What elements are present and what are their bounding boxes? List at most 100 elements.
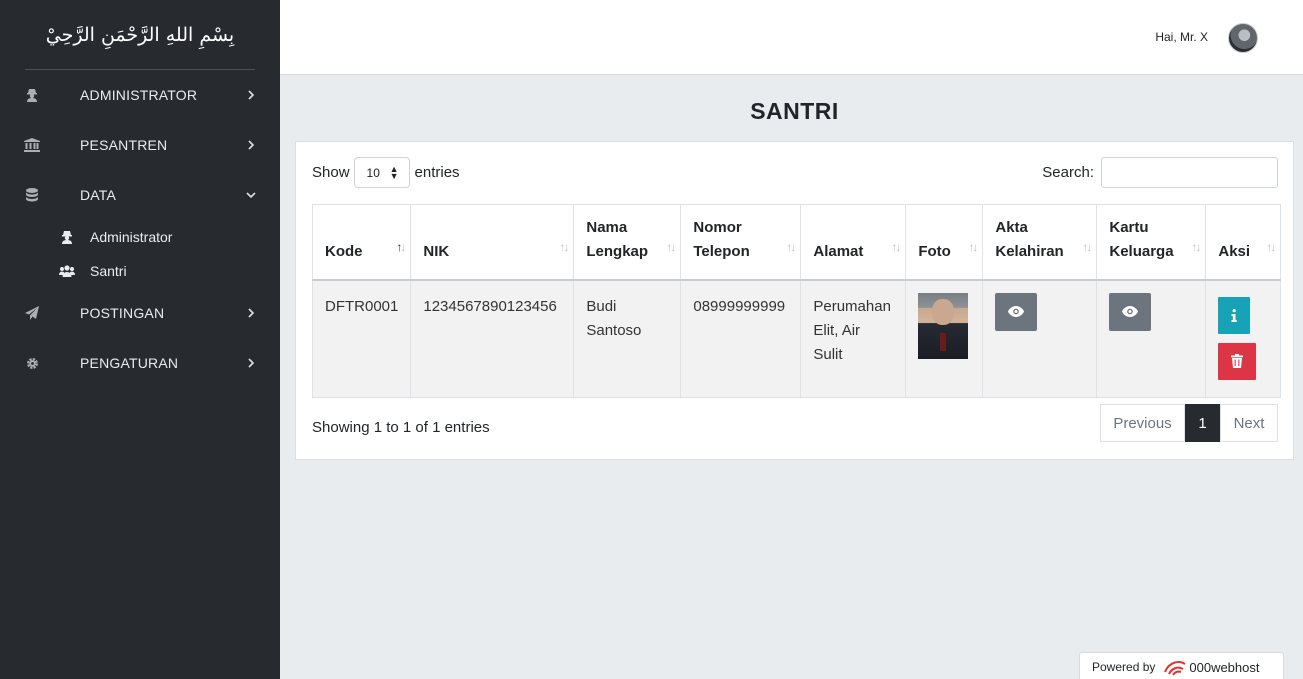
sidebar-subitem-administrator[interactable]: Administrator [0, 220, 280, 254]
sidebar-subitem-label: Santri [90, 263, 127, 279]
santri-table: Kode ↑↓ NIK ↑↓ Nama Lengkap ↑↓ Nomor Telepon ↑… [311, 204, 1282, 398]
column-header-kartu-keluarga[interactable]: Kartu Keluarga ↑↓ [1096, 204, 1207, 280]
sidebar-item-label: POSTINGAN [80, 305, 165, 321]
table-row: DFTR0001 1234567890123456 Budi Santoso 08… [311, 279, 1282, 398]
000webhost-logo-icon [1164, 661, 1186, 676]
sort-icon: ↑↓ [666, 239, 676, 254]
previous-page-button[interactable]: Previous [1100, 404, 1185, 442]
sidebar-item-label: DATA [80, 187, 117, 203]
view-kk-button[interactable] [1109, 292, 1152, 331]
select-arrows-icon: ▲ ▼ [389, 164, 399, 181]
search-label: Search: [1042, 164, 1094, 181]
header-label: Kartu [1109, 218, 1149, 236]
sort-asc-icon: ↑↓ [396, 239, 406, 254]
header-label: Alamat [813, 242, 864, 260]
users-icon [59, 264, 75, 278]
user-secret-icon [24, 87, 40, 103]
cell-kk [1096, 279, 1207, 398]
university-icon [24, 137, 40, 153]
header-label: Nama [586, 218, 628, 236]
header-label: Foto [918, 242, 951, 260]
column-header-alamat[interactable]: Alamat ↑↓ [800, 204, 907, 280]
chevron-right-icon [248, 308, 255, 318]
column-header-foto[interactable]: Foto ↑↓ [905, 204, 984, 280]
column-header-nama-lengkap[interactable]: Nama Lengkap ↑↓ [573, 204, 682, 280]
sort-icon: ↑↓ [968, 239, 978, 254]
cell-text: Budi [586, 297, 617, 315]
table-info: Showing 1 to 1 of 1 entries [312, 419, 490, 436]
data-table-card: Show 10 ▲ ▼ entries Search: Kode ↑↓ NIK ↑↓ … [295, 141, 1294, 460]
page-1-button[interactable]: 1 [1185, 404, 1220, 442]
page-length-select[interactable]: 10 ▲ ▼ [353, 157, 410, 188]
entries-label: entries [414, 164, 460, 181]
column-header-akta-kelahiran[interactable]: Akta Kelahiran ↑↓ [982, 204, 1098, 280]
sidebar-item-pesantren[interactable]: PESANTREN [0, 120, 280, 170]
cell-kode: DFTR0001 [311, 279, 412, 398]
cell-text: Sulit [813, 345, 843, 363]
cell-akta [982, 279, 1098, 398]
header-label: Nomor [693, 218, 742, 236]
search-input[interactable] [1101, 157, 1278, 188]
detail-button[interactable] [1218, 296, 1251, 334]
sort-icon: ↑↓ [1082, 239, 1092, 254]
eye-icon [1008, 306, 1025, 317]
sidebar-item-label: PENGATURAN [80, 355, 179, 371]
sidebar-brand[interactable]: بِسْمِ اللهِ الرَّحْمَنِ الرَّحِيْ [0, 0, 280, 69]
info-icon [1231, 308, 1238, 322]
sidebar-subitem-label: Administrator [90, 229, 173, 245]
database-icon [24, 187, 40, 203]
powered-by-badge[interactable]: Powered by 000webhost [1079, 652, 1284, 679]
view-akta-button[interactable] [995, 292, 1038, 331]
user-secret-icon [59, 230, 75, 244]
cell-nik: 1234567890123456 [410, 279, 575, 398]
cell-aksi [1205, 279, 1282, 398]
cell-nama: Budi Santoso [573, 279, 682, 398]
sort-icon: ↑↓ [786, 239, 796, 254]
column-header-aksi[interactable]: Aksi ↑↓ [1205, 204, 1282, 280]
sidebar-item-data[interactable]: DATA [0, 170, 280, 220]
column-header-nik[interactable]: NIK ↑↓ [410, 204, 575, 280]
paper-plane-icon [24, 305, 40, 321]
sidebar-item-label: PESANTREN [80, 137, 168, 153]
next-page-button[interactable]: Next [1220, 404, 1278, 442]
show-label: Show [312, 164, 350, 181]
sidebar-item-postingan[interactable]: POSTINGAN [0, 288, 280, 338]
table-header-row: Kode ↑↓ NIK ↑↓ Nama Lengkap ↑↓ Nomor Telepon ↑… [311, 204, 1282, 280]
delete-button[interactable] [1218, 342, 1257, 380]
cell-text: Santoso [586, 321, 642, 339]
header-label: NIK [423, 242, 450, 260]
header-label: Lengkap [586, 242, 649, 260]
sidebar-item-administrator[interactable]: ADMINISTRATOR [0, 70, 280, 120]
pagination: Previous 1 Next [1100, 404, 1278, 442]
powered-by-label: Powered by [1092, 660, 1156, 674]
page-length-control: Show 10 ▲ ▼ entries [312, 157, 460, 188]
header-label: Kode [325, 242, 363, 260]
column-header-kode[interactable]: Kode ↑↓ [311, 204, 412, 280]
sidebar-menu: ADMINISTRATOR PESANTREN DATA Administrat… [0, 70, 280, 388]
trash-icon [1231, 354, 1244, 368]
page-length-value: 10 [366, 165, 380, 180]
chevron-down-icon [246, 192, 256, 199]
powered-by-brand: 000webhost [1189, 659, 1260, 675]
cell-text: Perumahan [813, 297, 891, 315]
header-label: Akta [995, 218, 1028, 236]
topbar: Hai, Mr. X [280, 0, 1303, 75]
header-label: Keluarga [1109, 242, 1174, 260]
sidebar-subitem-santri[interactable]: Santri [0, 254, 280, 288]
sidebar-item-pengaturan[interactable]: PENGATURAN [0, 338, 280, 388]
header-label: Aksi [1218, 242, 1251, 260]
chevron-right-icon [248, 90, 255, 100]
sort-icon: ↑↓ [891, 239, 901, 254]
cell-text: Elit, Air [813, 321, 861, 339]
eye-icon [1122, 306, 1139, 317]
column-header-nomor-telepon[interactable]: Nomor Telepon ↑↓ [680, 204, 802, 280]
sort-icon: ↑↓ [1191, 239, 1201, 254]
header-label: Telepon [693, 242, 750, 260]
sidebar: بِسْمِ اللهِ الرَّحْمَنِ الرَّحِيْ ADMIN… [0, 0, 280, 679]
santri-photo[interactable] [918, 292, 969, 359]
avatar[interactable] [1228, 23, 1258, 53]
cell-foto [905, 279, 984, 398]
cell-alamat: Perumahan Elit, Air Sulit [800, 279, 907, 398]
chevron-right-icon [248, 358, 255, 368]
user-greeting[interactable]: Hai, Mr. X [1155, 30, 1208, 44]
